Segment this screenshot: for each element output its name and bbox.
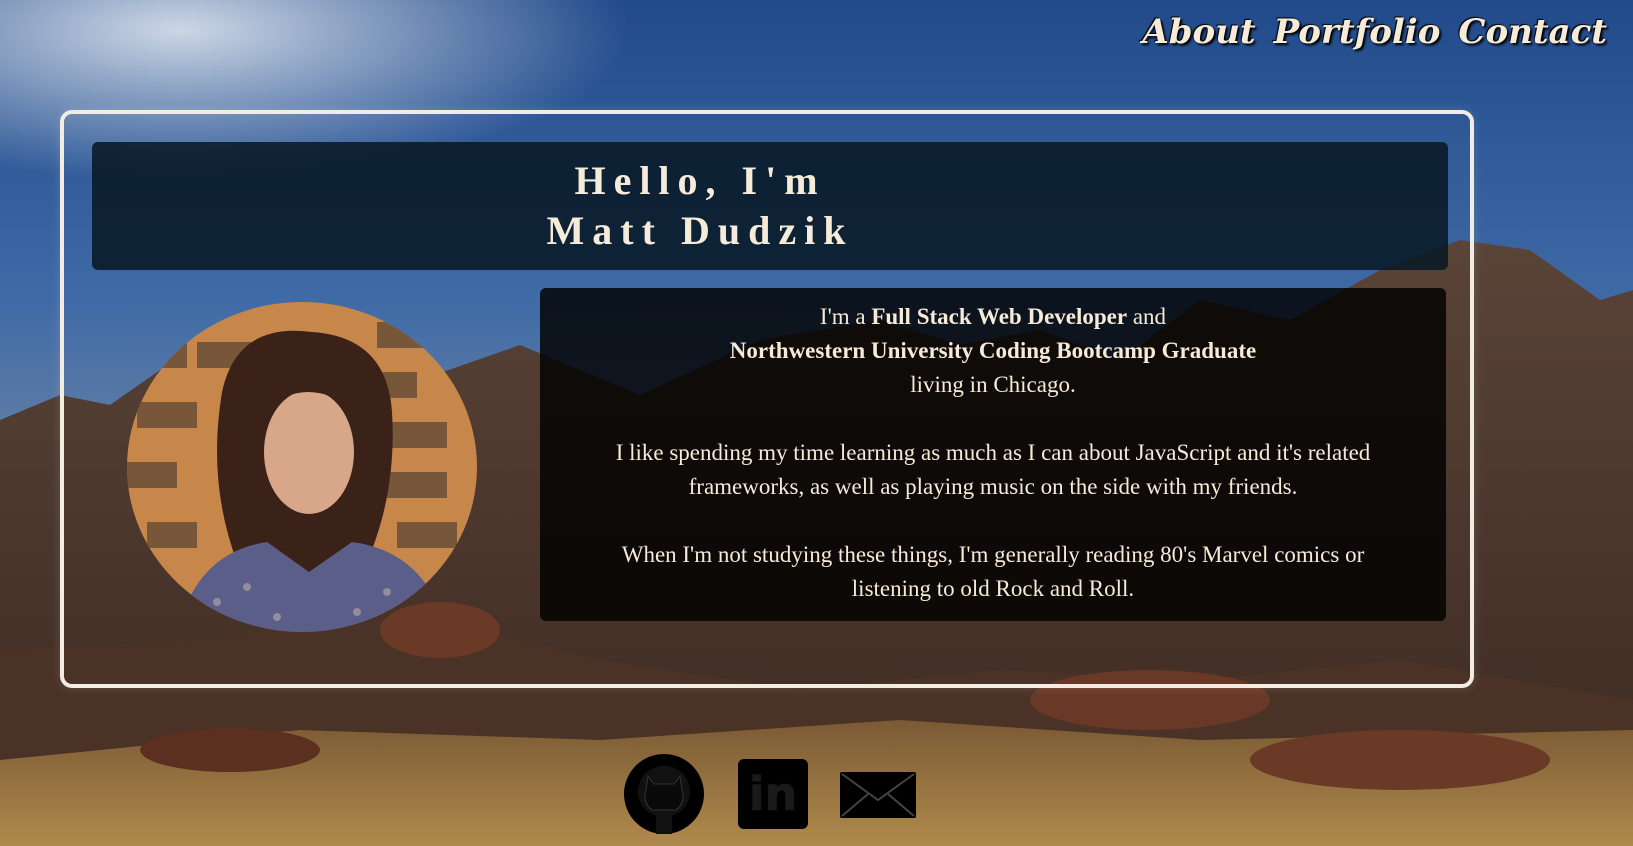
bio-hobbies: When I'm not studying these things, I'm … <box>621 542 1365 601</box>
bio-school: Northwestern University Coding Bootcamp … <box>729 338 1257 363</box>
bio-intro-prefix: I'm a <box>819 304 866 329</box>
heading-box: Hello, I'm Matt Dudzik <box>92 142 1448 270</box>
nav-portfolio-link[interactable]: Portfolio <box>1274 12 1441 52</box>
social-links: in <box>620 750 918 838</box>
linkedin-icon-label: in <box>748 767 798 821</box>
github-icon[interactable] <box>620 750 708 838</box>
profile-photo <box>127 302 477 632</box>
nav-contact-link[interactable]: Contact <box>1458 12 1607 52</box>
bio-intro-and: and <box>1132 304 1167 329</box>
bio-panel: I'm a Full Stack Web Developer and North… <box>540 288 1446 621</box>
bio-location: living in Chicago. <box>910 372 1076 397</box>
linkedin-icon[interactable]: in <box>738 759 808 829</box>
bio-intro: I'm a Full Stack Web Developer and North… <box>580 300 1406 402</box>
greeting-heading: Hello, I'm <box>574 158 826 203</box>
about-card: Hello, I'm Matt Dudzik I'm a Full Stack … <box>60 110 1474 688</box>
top-nav: About Portfolio Contact <box>1142 12 1607 52</box>
bio-interests: I like spending my time learning as much… <box>615 440 1371 499</box>
bio-role: Full Stack Web Developer <box>871 304 1128 329</box>
email-icon[interactable] <box>838 766 918 822</box>
name-heading: Matt Dudzik <box>546 208 854 253</box>
nav-about-link[interactable]: About <box>1142 12 1255 52</box>
